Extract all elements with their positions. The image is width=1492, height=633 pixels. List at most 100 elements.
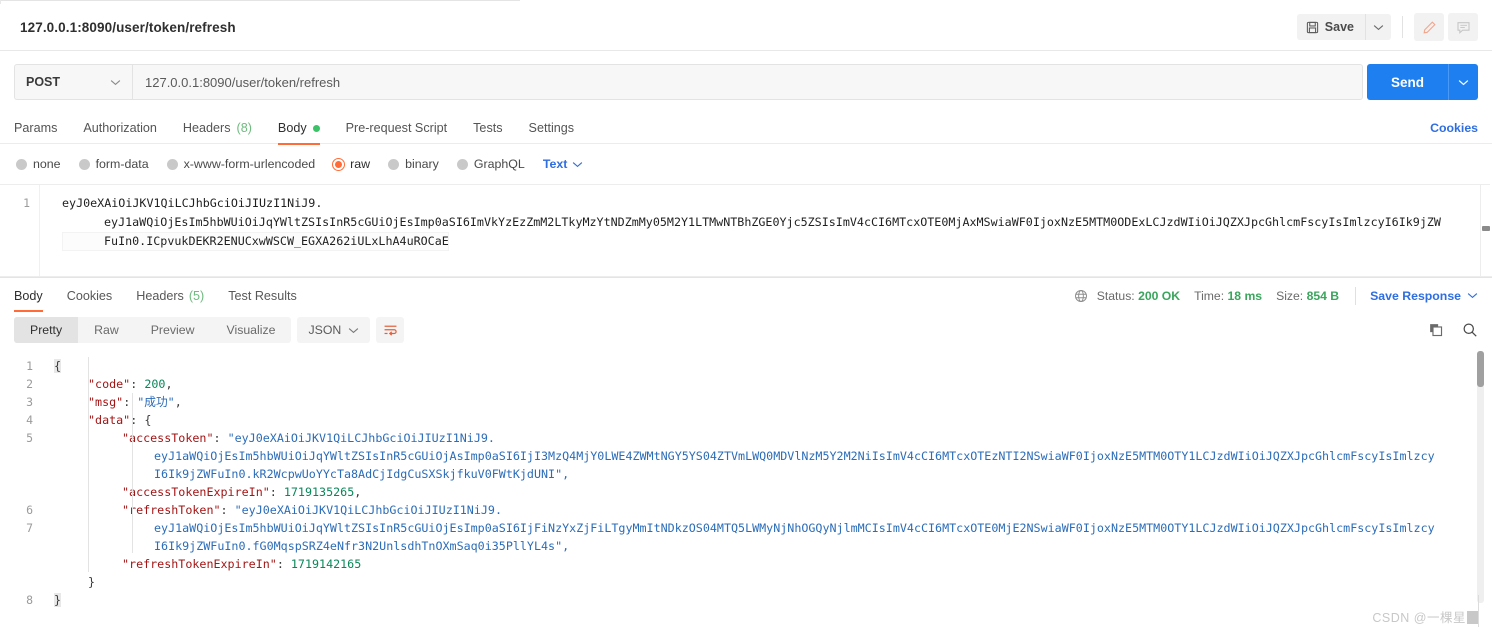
tab-label: Params	[14, 121, 58, 135]
send-options-chevron-down-icon[interactable]	[1448, 64, 1478, 100]
json-line: "accessTokenExpireIn": 1719135265,	[122, 485, 362, 499]
save-options-chevron-down-icon[interactable]	[1365, 14, 1391, 40]
save-button[interactable]: Save	[1296, 14, 1365, 40]
status-label: Status:	[1096, 288, 1135, 303]
line-number: 5	[26, 431, 33, 445]
fold-guide	[88, 357, 89, 572]
tab-settings[interactable]: Settings	[529, 113, 575, 144]
copy-icon[interactable]	[1428, 322, 1444, 338]
response-body-viewer[interactable]: 1 2 3 4 5 6 7 8 9 10 { "code": 200, "msg…	[0, 349, 1492, 607]
json-key: "data"	[88, 413, 131, 427]
cookies-link[interactable]: Cookies	[1430, 121, 1478, 135]
response-format-select[interactable]: JSON	[297, 317, 371, 343]
response-json-code[interactable]: { "code": 200, "msg": "成功", "data": { "a…	[42, 349, 1492, 607]
url-input[interactable]	[132, 64, 1363, 100]
request-body-line: eyJ0eXAiOiJKV1QiLCJhbGciOiJIUzI1NiJ9.	[62, 196, 323, 210]
fold-guide	[132, 393, 133, 553]
view-mode-pretty[interactable]: Pretty	[14, 317, 79, 343]
request-title-bar: 127.0.0.1:8090/user/token/refresh Save	[0, 4, 1492, 51]
search-icon[interactable]	[1462, 322, 1478, 338]
tab-label: Authorization	[83, 121, 157, 135]
raw-format-label: Text	[542, 157, 568, 171]
json-line-continuation: I6Ik9jZWFuIn0.kR2WcpwUoYYcTa8AdCjIdgCuSX…	[54, 465, 1492, 483]
request-line-numbers: 1	[0, 185, 40, 276]
watermark-text: CSDN @一棵星	[1372, 611, 1466, 625]
response-tab-headers[interactable]: Headers (5)	[136, 278, 204, 313]
response-scrollbar[interactable]	[1477, 351, 1484, 603]
size-label: Size:	[1276, 288, 1304, 303]
response-tabs-bar: Body Cookies Headers (5) Test Results St…	[0, 278, 1492, 313]
tab-body[interactable]: Body	[277, 113, 320, 145]
chevron-down-icon	[348, 327, 359, 334]
send-button[interactable]: Send	[1366, 64, 1448, 100]
tab-params[interactable]: Params	[14, 113, 57, 144]
tab-label: Tests	[473, 121, 503, 135]
body-type-raw[interactable]: raw	[333, 157, 370, 171]
radio-selected-icon	[333, 158, 345, 170]
json-value-cont: eyJ1aWQiOjEsIm5hbWUiOiJqYWltZSIsInR5cGUi…	[154, 449, 1435, 463]
tab-label: Settings	[528, 121, 575, 135]
save-response-button[interactable]: Save Response	[1370, 289, 1478, 303]
body-type-label: x-www-form-urlencoded	[183, 157, 316, 171]
json-line: "refreshToken": "eyJ0eXAiOiJKV1QiLCJhbGc…	[122, 503, 502, 517]
raw-format-select[interactable]: Text	[543, 157, 584, 171]
scrollbar-thumb[interactable]	[1482, 226, 1490, 231]
http-method-select[interactable]: POST	[14, 64, 132, 100]
body-type-none[interactable]: none	[16, 157, 61, 171]
tab-headers-count: (8)	[236, 121, 252, 135]
response-headers-count: (5)	[188, 288, 205, 303]
wrap-lines-icon[interactable]	[376, 317, 405, 343]
send-group: Send	[1366, 64, 1478, 100]
watermark-block	[1467, 611, 1478, 624]
tab-authorization[interactable]: Authorization	[83, 113, 157, 144]
line-number: 4	[26, 413, 33, 427]
json-value-cont: eyJ1aWQiOjEsIm5hbWUiOiJqYWltZSIsInR5cGUi…	[154, 521, 1435, 535]
body-type-graphql[interactable]: GraphQL	[456, 157, 525, 171]
json-open-brace: {	[54, 359, 62, 373]
request-body-editor[interactable]: 1 eyJ0eXAiOiJKV1QiLCJhbGciOiJIUzI1NiJ9. …	[0, 184, 1490, 276]
body-type-form-data[interactable]: form-data	[78, 157, 149, 171]
method-and-url: POST	[14, 64, 1363, 100]
request-body-code[interactable]: eyJ0eXAiOiJKV1QiLCJhbGciOiJIUzI1NiJ9. ey…	[40, 185, 1490, 276]
body-type-label: binary	[405, 157, 439, 171]
radio-icon	[16, 158, 27, 170]
json-value: 1719135265	[283, 485, 355, 499]
json-key: "refreshTokenExpireIn"	[122, 557, 277, 571]
view-mode-raw[interactable]: Raw	[78, 317, 135, 343]
time-label: Time:	[1194, 288, 1225, 303]
scrollbar-thumb[interactable]	[1477, 351, 1484, 387]
tab-pre-request-script[interactable]: Pre-request Script	[346, 113, 448, 144]
time-badge: Time: 18 ms	[1194, 289, 1262, 303]
json-line: }	[54, 591, 1492, 607]
comment-icon[interactable]	[1448, 13, 1478, 41]
json-line-continuation: eyJ1aWQiOjEsIm5hbWUiOiJqYWltZSIsInR5cGUi…	[54, 519, 1492, 537]
view-mode-visualize[interactable]: Visualize	[210, 317, 291, 343]
json-value-cont: I6Ik9jZWFuIn0.fG0MqspSRZ4eNfr3N2UnlsdhTn…	[154, 539, 570, 553]
line-number: 1	[23, 196, 30, 210]
response-tab-test-results[interactable]: Test Results	[228, 278, 297, 313]
tab-label: Body	[277, 121, 307, 135]
radio-icon	[166, 158, 178, 170]
json-line: "code": 200,	[88, 377, 173, 391]
json-line-continuation: I6Ik9jZWFuIn0.fG0MqspSRZ4eNfr3N2UnlsdhTn…	[54, 537, 1492, 555]
body-type-binary[interactable]: binary	[388, 157, 439, 171]
radio-icon	[388, 158, 400, 170]
response-tab-body[interactable]: Body	[14, 278, 43, 313]
view-mode-preview[interactable]: Preview	[135, 317, 211, 343]
edit-pencil-icon[interactable]	[1414, 13, 1444, 41]
body-type-row: none form-data x-www-form-urlencoded raw…	[0, 144, 1492, 184]
watermark: CSDN @一棵星	[1372, 607, 1478, 626]
chevron-down-icon	[110, 79, 121, 86]
chevron-down-icon	[572, 161, 583, 168]
radio-icon	[456, 158, 468, 170]
request-body-line: FuIn0.ICpvukDEKR2ENUCxwWSCW_EGXA262iULxL…	[62, 232, 449, 251]
tab-tests[interactable]: Tests	[473, 113, 502, 144]
request-editor-scrollbar[interactable]	[1480, 185, 1490, 276]
tab-headers[interactable]: Headers (8)	[183, 113, 252, 144]
response-tab-cookies[interactable]: Cookies	[67, 278, 113, 313]
json-key: "code"	[88, 377, 131, 391]
tab-label: Headers	[136, 288, 184, 303]
body-type-x-www-form-urlencoded[interactable]: x-www-form-urlencoded	[166, 157, 316, 171]
json-open-brace: {	[144, 413, 152, 427]
response-line-numbers: 1 2 3 4 5 6 7 8 9 10	[0, 349, 42, 607]
